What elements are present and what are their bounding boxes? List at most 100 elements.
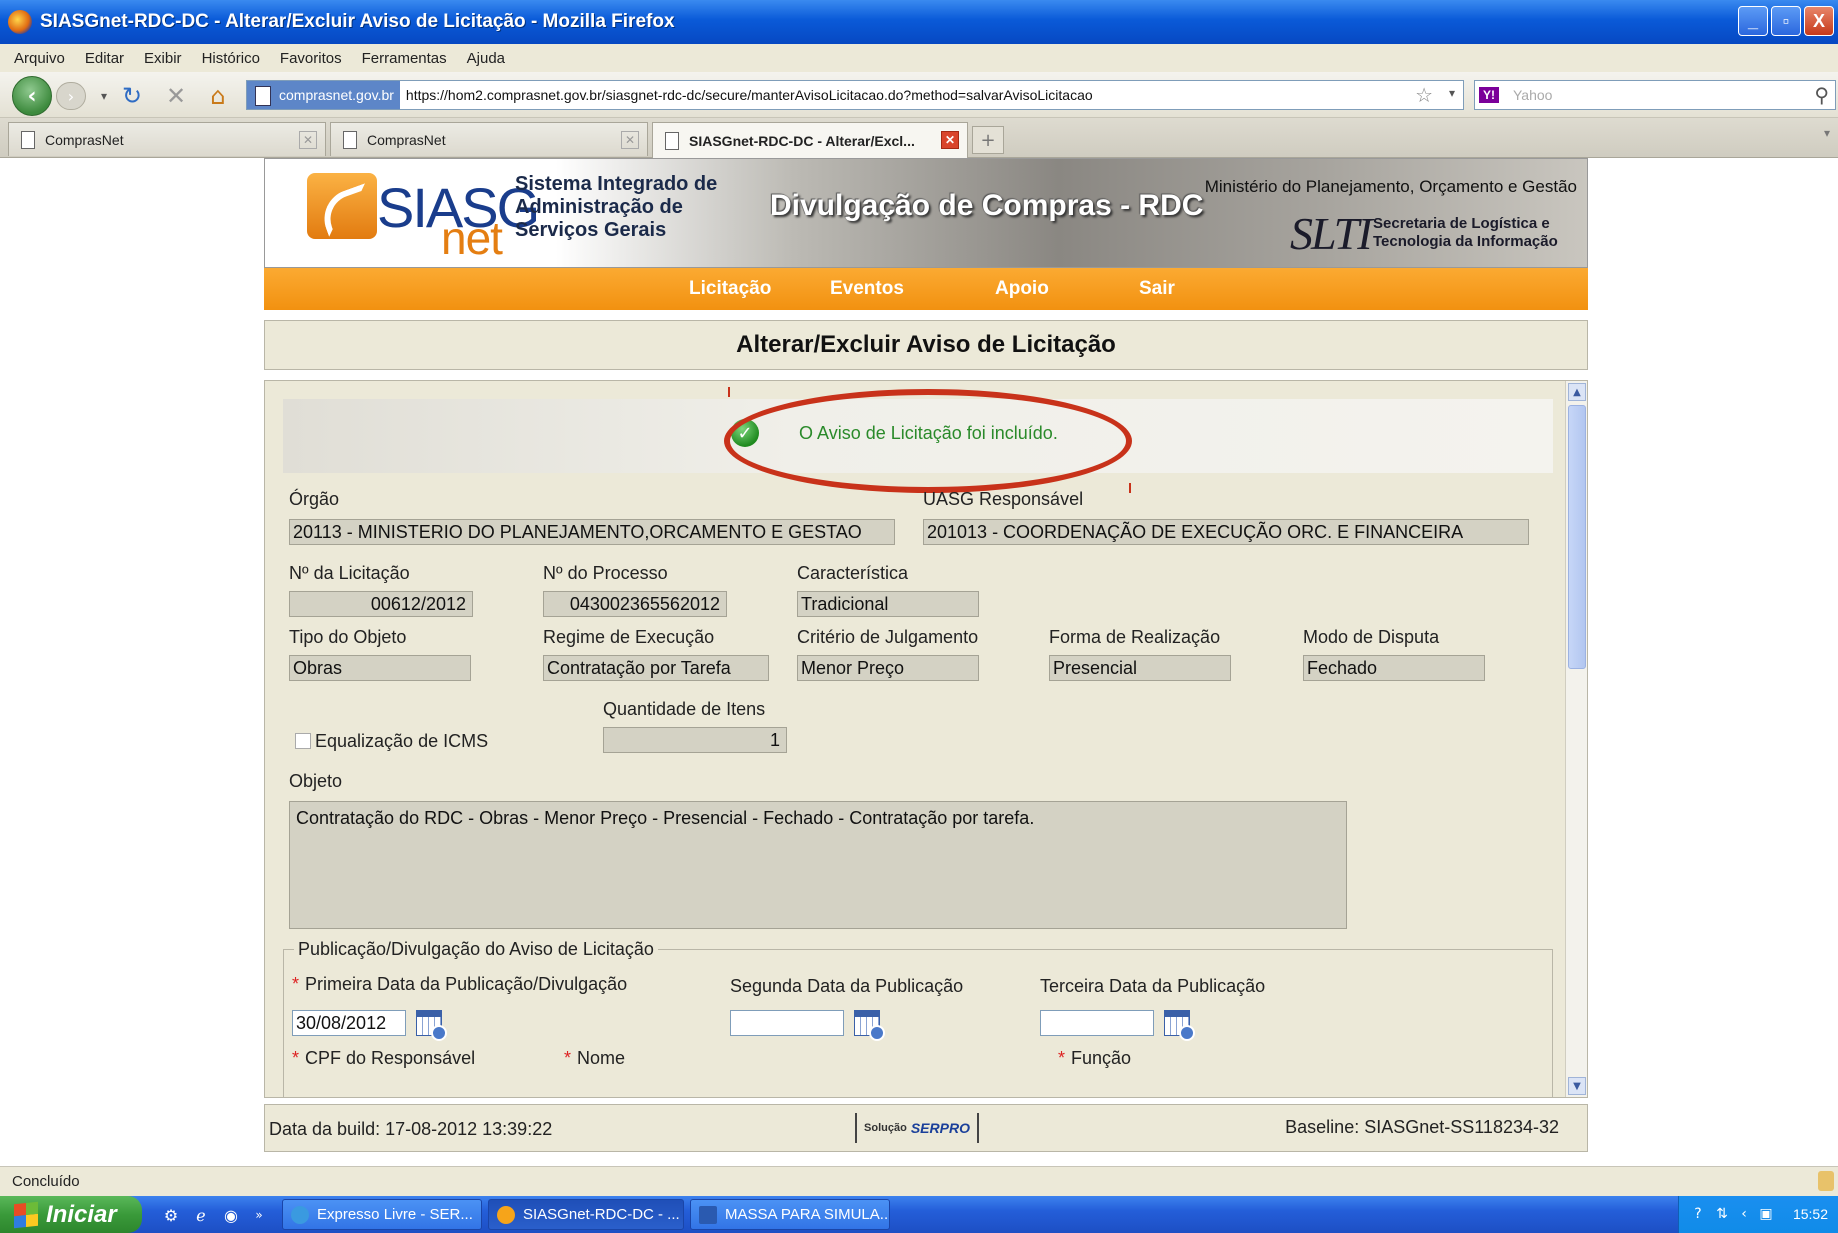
scroll-thumb[interactable] xyxy=(1568,405,1586,669)
num-licitacao-label: Nº da Licitação xyxy=(289,563,410,583)
taskbar-item-expresso[interactable]: Expresso Livre - SER... xyxy=(282,1199,482,1230)
close-tab-icon[interactable]: ✕ xyxy=(621,131,639,149)
menu-ferramentas[interactable]: Ferramentas xyxy=(362,50,447,67)
new-tab-icon[interactable]: + xyxy=(972,126,1004,154)
criterio-label: Critério de Julgamento xyxy=(797,627,979,647)
tab-comprasnet-1[interactable]: ComprasNet ✕ xyxy=(8,122,326,156)
firefox-icon xyxy=(497,1205,515,1224)
scroll-up-icon[interactable]: ▲ xyxy=(1568,383,1586,401)
menu-historico[interactable]: Histórico xyxy=(202,50,260,67)
word-icon xyxy=(699,1205,717,1224)
calendar-icon[interactable] xyxy=(416,1010,447,1041)
main-nav: Licitação Eventos Apoio Sair xyxy=(264,268,1588,310)
forma-label: Forma de Realização xyxy=(1049,627,1221,647)
primeira-data-label: * Primeira Data da Publicação/Divulgação xyxy=(292,974,627,995)
menu-editar[interactable]: Editar xyxy=(85,50,124,67)
highlight-mark xyxy=(728,387,730,397)
icms-label: Equalização de ICMS xyxy=(315,731,489,751)
window-titlebar: SIASGnet-RDC-DC - Alterar/Excluir Aviso … xyxy=(0,0,1838,44)
calendar-icon[interactable] xyxy=(1164,1010,1195,1041)
yahoo-search-engine-icon[interactable]: Y! xyxy=(1479,87,1499,103)
forward-arrow-icon[interactable]: › xyxy=(56,82,86,110)
required-marker: * xyxy=(292,1048,300,1068)
menu-exibir[interactable]: Exibir xyxy=(144,50,182,67)
vertical-scrollbar[interactable]: ▲ ▼ xyxy=(1565,381,1587,1097)
icms-checkbox[interactable] xyxy=(295,733,311,749)
quantidade-field: 1 xyxy=(603,727,787,753)
maximize-button[interactable]: ▫ xyxy=(1771,6,1801,36)
network-icon[interactable]: ⇅ xyxy=(1713,1205,1731,1223)
search-input[interactable]: Yahoo xyxy=(1513,87,1552,103)
quicklaunch-more-icon[interactable]: » xyxy=(248,1204,270,1226)
nav-licitacao[interactable]: Licitação xyxy=(689,278,771,300)
start-button[interactable]: Iniciar xyxy=(0,1196,142,1233)
url-bar[interactable]: comprasnet.gov.br https://hom2.comprasne… xyxy=(246,80,1464,110)
home-icon[interactable]: ⌂ xyxy=(204,82,232,110)
quicklaunch-media-icon[interactable]: ◉ xyxy=(220,1204,242,1226)
cpf-label-text: CPF do Responsável xyxy=(305,1048,476,1068)
publicacao-fieldset: Publicação/Divulgação do Aviso de Licita… xyxy=(283,939,1553,1097)
publicacao-legend: Publicação/Divulgação do Aviso de Licita… xyxy=(294,939,658,960)
bookmark-star-icon[interactable]: ☆ xyxy=(1415,83,1433,107)
caracteristica-field: Tradicional xyxy=(797,591,979,617)
tab-siasgnet[interactable]: SIASGnet-RDC-DC - Alterar/Excl... ✕ xyxy=(652,122,968,158)
orgao-label: Órgão xyxy=(289,489,340,509)
tab-list-icon[interactable]: ▾ xyxy=(1824,126,1838,154)
stop-icon[interactable]: ✕ xyxy=(162,82,190,110)
objeto-label: Objeto xyxy=(289,771,343,791)
minimize-button[interactable]: _ xyxy=(1738,6,1768,36)
menu-favoritos[interactable]: Favoritos xyxy=(280,50,342,67)
firefox-icon xyxy=(8,10,32,34)
site-identity-badge[interactable]: comprasnet.gov.br xyxy=(247,81,400,109)
cpf-label: * CPF do Responsável xyxy=(292,1048,475,1069)
taskbar-item-massa[interactable]: MASSA PARA SIMULA... xyxy=(690,1199,890,1230)
taskbar-item-siasgnet[interactable]: SIASGnet-RDC-DC - ... xyxy=(488,1199,684,1230)
modo-label: Modo de Disputa xyxy=(1303,627,1440,647)
navigation-toolbar: ‹ › ▾ ↻ ✕ ⌂ comprasnet.gov.br https://ho… xyxy=(0,72,1838,118)
serpro-logo: Solução SERPRO xyxy=(855,1113,979,1143)
url-text[interactable]: https://hom2.comprasnet.gov.br/siasgnet-… xyxy=(406,87,1093,103)
calendar-icon[interactable] xyxy=(854,1010,885,1041)
quicklaunch-ie-icon[interactable]: ℯ xyxy=(190,1204,212,1226)
help-icon[interactable]: ? xyxy=(1689,1205,1707,1223)
close-tab-icon[interactable]: ✕ xyxy=(299,131,317,149)
monitor-icon[interactable]: ▣ xyxy=(1757,1205,1775,1223)
history-dropdown-icon[interactable]: ▾ xyxy=(90,82,118,110)
window-controls: _ ▫ X xyxy=(1738,6,1834,36)
search-bar[interactable]: Y! Yahoo ⚲ xyxy=(1474,80,1836,110)
required-marker: * xyxy=(292,974,300,994)
nome-label: * Nome xyxy=(564,1048,625,1069)
primeira-data-input[interactable]: 30/08/2012 xyxy=(292,1010,406,1036)
uasg-field: 201013 - COORDENAÇÃO DE EXECUÇÃO ORC. E … xyxy=(923,519,1529,545)
subtitle-line: Serviços Gerais xyxy=(515,219,667,241)
start-label: Iniciar xyxy=(46,1200,117,1228)
tray-arrow-icon[interactable]: ‹ xyxy=(1735,1205,1753,1223)
url-dropdown-icon[interactable]: ▾ xyxy=(1449,86,1455,100)
regime-label: Regime de Execução xyxy=(543,627,715,647)
segunda-data-input[interactable] xyxy=(730,1010,844,1036)
required-marker: * xyxy=(564,1048,572,1068)
tipo-objeto-label: Tipo do Objeto xyxy=(289,627,407,647)
nav-sair[interactable]: Sair xyxy=(1139,278,1175,300)
reload-icon[interactable]: ↻ xyxy=(118,82,146,110)
taskbar-item-label: Expresso Livre - SER... xyxy=(317,1206,473,1223)
nav-apoio[interactable]: Apoio xyxy=(995,278,1049,300)
orgao-field: 20113 - MINISTERIO DO PLANEJAMENTO,ORCAM… xyxy=(289,519,895,545)
terceira-data-input[interactable] xyxy=(1040,1010,1154,1036)
close-window-button[interactable]: X xyxy=(1804,6,1834,36)
num-processo-label: Nº do Processo xyxy=(543,563,668,583)
regime-field: Contratação por Tarefa xyxy=(543,655,769,681)
scroll-down-icon[interactable]: ▼ xyxy=(1568,1077,1586,1095)
nav-eventos[interactable]: Eventos xyxy=(830,278,904,300)
segunda-data-label: Segunda Data da Publicação xyxy=(730,976,964,996)
back-arrow-icon[interactable]: ‹ xyxy=(12,76,52,116)
tab-comprasnet-2[interactable]: ComprasNet ✕ xyxy=(330,122,648,156)
criterio-field: Menor Preço xyxy=(797,655,979,681)
quicklaunch-explorer-icon[interactable]: ⚙ xyxy=(160,1204,182,1226)
search-icon[interactable]: ⚲ xyxy=(1814,83,1829,107)
windows-logo-icon xyxy=(14,1201,38,1228)
menu-arquivo[interactable]: Arquivo xyxy=(14,50,65,67)
menu-ajuda[interactable]: Ajuda xyxy=(467,50,505,67)
close-tab-icon[interactable]: ✕ xyxy=(941,131,959,149)
highlight-ellipse xyxy=(724,389,1132,493)
